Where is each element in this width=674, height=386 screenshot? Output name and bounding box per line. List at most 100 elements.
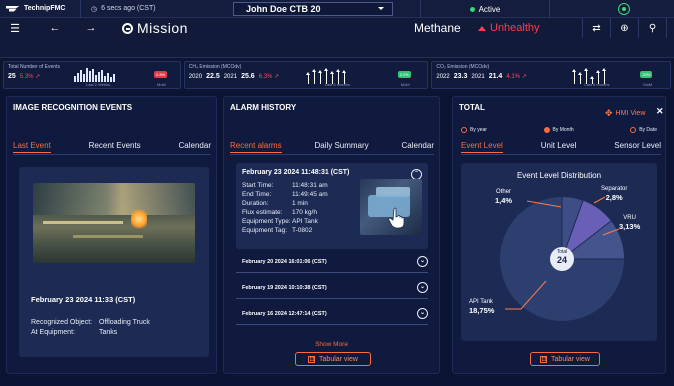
- radio-label: By Date: [639, 127, 657, 133]
- last-update: ◷ 6 secs ago (CST): [81, 5, 221, 13]
- kpi-title: CO₂ Emission (MCOdv): [436, 64, 490, 70]
- field-value: API Tank: [292, 218, 318, 225]
- field-value: 170 kg/h: [292, 209, 317, 216]
- alarm-field: Equipment Type: API Tank: [242, 218, 318, 225]
- period-radio-group: By year By Month By Date: [461, 127, 657, 133]
- tab-event-level[interactable]: Event Level: [461, 141, 503, 153]
- chevron-down-icon[interactable]: ⌄: [417, 256, 428, 267]
- kpi-period: Last 6 months: [324, 82, 350, 87]
- chevron-down-icon[interactable]: ⌄: [417, 308, 428, 319]
- recognized-value: Offloading Truck: [99, 319, 150, 326]
- zoom-in-icon[interactable]: ⊕: [611, 18, 639, 38]
- tab-recent-events[interactable]: Recent Events: [89, 141, 141, 153]
- mini-bar-chart: [74, 68, 115, 82]
- tab-daily-summary[interactable]: Daily Summary: [314, 141, 368, 153]
- kpi-value-2: 21.4: [488, 73, 503, 80]
- tab-calendar[interactable]: Calendar: [179, 141, 211, 153]
- pointer-hand-icon: [388, 207, 405, 229]
- event-photo[interactable]: [33, 183, 195, 263]
- panel-title: ALARM HISTORY: [230, 103, 297, 112]
- kpi-co2-emission[interactable]: CO₂ Emission (MCOdv) 2022 23.3 2021 21.4…: [431, 61, 671, 89]
- nav-right: Methane Unhealthy ⇄ ⊕ ⚲ ⤢: [414, 18, 674, 38]
- show-more-link[interactable]: Show More: [224, 341, 439, 348]
- total-panel: TOTAL ✥ HMI View ✕ By year By Month By D…: [452, 96, 666, 374]
- equipment-value: Tanks: [99, 329, 118, 336]
- tab-recent-alarms[interactable]: Recent alarms: [230, 141, 282, 153]
- kpi-total-events[interactable]: Total Number of Events 25 5.3% ↗ Last 2 …: [3, 61, 181, 89]
- field-key: Flux estimate:: [242, 209, 283, 216]
- kpi-year-2: 2021: [223, 74, 238, 80]
- top-bar: TechnipFMC ◷ 6 secs ago (CST) John Doe C…: [0, 0, 674, 18]
- radio-by-date[interactable]: By Date: [630, 127, 657, 133]
- alarm-field: End Time: 11:49:45 am: [242, 191, 328, 198]
- alarm-field: Flux estimate: 170 kg/h: [242, 209, 317, 216]
- panel-title: TOTAL: [459, 103, 485, 112]
- tabular-view-button[interactable]: Tabular view: [530, 352, 600, 366]
- kpi-delta: 4.1% ↗: [506, 74, 527, 80]
- kpi-value-2: 25.6: [241, 73, 255, 80]
- alarm-expanded-card[interactable]: February 23 2024 11:48:31 (CST) ⌃ Start …: [236, 163, 428, 249]
- tab-sensor-level[interactable]: Sensor Level: [614, 141, 661, 153]
- photo-pipe: [43, 221, 123, 224]
- kpi-value: 25: [8, 73, 16, 80]
- alarm-row-date: February 19 2024 10:10:38 (CST): [242, 284, 327, 291]
- search-icon[interactable]: ⚲: [639, 18, 667, 38]
- radio-label: By Month: [552, 127, 574, 133]
- last-update-text: 6 secs ago (CST): [101, 5, 156, 12]
- tab-last-event[interactable]: Last Event: [13, 141, 51, 153]
- table-icon: [540, 355, 548, 363]
- connection-icon[interactable]: [618, 3, 630, 15]
- total-value: 24: [556, 254, 567, 265]
- hmi-view-button[interactable]: ✥ HMI View: [605, 108, 645, 119]
- panel-title: IMAGE RECOGNITION EVENTS: [13, 103, 133, 112]
- kpi-strip: Total Number of Events 25 5.3% ↗ Last 2 …: [0, 58, 674, 92]
- kpi-title: CH₄ Emission (MCOdv): [188, 64, 242, 70]
- alarm-row[interactable]: February 16 2024 12:47:14 (CST) ⌄: [236, 303, 428, 325]
- hmi-view-label: HMI View: [615, 110, 646, 117]
- kpi-delta: 5.3% ↗: [19, 74, 41, 80]
- user-select[interactable]: John Doe CTB 20: [233, 1, 393, 16]
- pie-label-api-tank: API Tank 18,75%: [469, 299, 494, 316]
- status-dot-icon: [469, 6, 475, 12]
- slice-name: API Tank: [469, 299, 493, 305]
- tab-unit-level[interactable]: Unit Level: [541, 141, 577, 153]
- back-arrow-icon[interactable]: ←: [40, 22, 70, 34]
- kpi-value-row: 2022 23.3 2021 21.4 4.1% ↗: [436, 73, 666, 80]
- tabular-view-label: Tabular view: [319, 355, 358, 363]
- nav-left: ☰ ← → Mission: [0, 18, 188, 38]
- radio-by-year[interactable]: By year: [461, 127, 487, 133]
- menu-icon[interactable]: ☰: [0, 22, 30, 35]
- forward-arrow-icon[interactable]: →: [76, 22, 106, 34]
- kpi-ch4-emission[interactable]: CH₄ Emission (MCOdv) 2020 22.5 2021 25.6…: [183, 61, 429, 89]
- kpi-badge: 2.2%: [397, 71, 411, 78]
- alarm-row[interactable]: February 19 2024 10:10:38 (CST) ⌄: [236, 277, 428, 299]
- pie-label-separator: Separator 2,8%: [601, 186, 627, 203]
- expand-icon[interactable]: ⤢: [667, 18, 674, 38]
- pie-label-vru: VRU 3,13%: [619, 215, 640, 232]
- equipment-row: At Equipment: Tanks: [31, 329, 117, 336]
- slice-value: 18,75%: [469, 306, 495, 316]
- alarm-row-date: February 20 2024 16:01:06 (CST): [242, 258, 327, 265]
- gas-label: Methane: [414, 21, 461, 35]
- kpi-period: Last 6 months: [584, 82, 610, 87]
- field-key: Start Time:: [242, 182, 274, 189]
- mission-logo-icon: [122, 22, 133, 34]
- table-icon: [308, 355, 316, 363]
- swap-icon[interactable]: ⇄: [583, 18, 611, 38]
- app-name: Mission: [137, 20, 188, 36]
- tab-underline: [13, 154, 211, 155]
- field-key: Equipment Type:: [242, 218, 291, 225]
- tab-calendar[interactable]: Calendar: [402, 141, 434, 153]
- event-card[interactable]: February 23 2024 11:33 (CST) Recognized …: [19, 167, 209, 357]
- alarm-row[interactable]: February 20 2024 16:01:06 (CST) ⌄: [236, 251, 428, 273]
- clock-icon: ◷: [91, 5, 98, 13]
- close-icon[interactable]: ✕: [656, 106, 664, 117]
- image-tabs: Last Event Recent Events Calendar: [13, 141, 211, 153]
- tabular-view-button[interactable]: Tabular view: [295, 352, 371, 366]
- slice-value: 1,4%: [495, 196, 513, 206]
- radio-by-month[interactable]: By Month: [543, 127, 574, 133]
- alarm-thumbnail[interactable]: [360, 179, 422, 235]
- chevron-down-icon[interactable]: ⌄: [417, 282, 428, 293]
- slice-value: 3,13%: [619, 222, 641, 232]
- slice-name: Separator: [601, 186, 628, 192]
